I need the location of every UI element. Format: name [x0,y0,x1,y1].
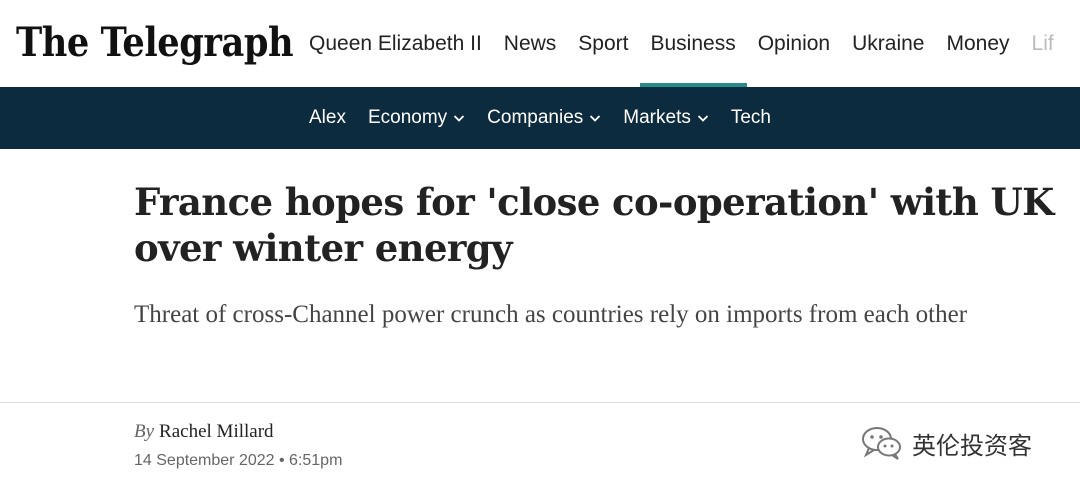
chevron-down-icon [697,112,709,124]
nav-item-opinion[interactable]: Opinion [747,0,841,87]
nav-item-sport[interactable]: Sport [567,0,639,87]
chevron-down-icon [589,112,601,124]
main-nav: Queen Elizabeth II News Sport Business O… [298,0,1065,87]
author-link[interactable]: Rachel Millard [159,421,274,442]
subnav-label: Alex [309,107,346,128]
article-standfirst: Threat of cross-Channel power crunch as … [134,301,968,328]
subnav-item-tech[interactable]: Tech [720,107,782,129]
watermark: 英伦投资客 [860,424,1032,462]
nav-item-lifestyle[interactable]: Lif [1021,0,1065,87]
article-headline: France hopes for 'close co-operation' wi… [134,180,1054,270]
nav-item-money[interactable]: Money [935,0,1020,87]
byline-prefix: By [134,421,155,442]
publish-date: 14 September 2022 • 6:51pm [134,452,343,469]
nav-item-business[interactable]: Business [639,0,747,87]
subnav-item-markets[interactable]: Markets [612,107,720,129]
subnav-label: Companies [487,107,584,128]
section-subnav: Alex Economy Companies Markets Tech [0,87,1080,149]
byline: By Rachel Millard [134,421,274,443]
subnav-label: Markets [623,107,691,128]
wechat-icon [860,424,904,462]
divider [0,402,1080,403]
subnav-label: Economy [367,107,448,128]
subnav-item-economy[interactable]: Economy [357,107,476,129]
nav-item-ukraine[interactable]: Ukraine [841,0,935,87]
subnav-item-alex[interactable]: Alex [298,107,357,129]
watermark-text: 英伦投资客 [912,431,1032,460]
nav-item-queen-elizabeth-ii[interactable]: Queen Elizabeth II [298,0,493,87]
chevron-down-icon [453,112,465,124]
top-header: The Telegraph Queen Elizabeth II News Sp… [0,0,1080,87]
nav-item-news[interactable]: News [493,0,568,87]
subnav-label: Tech [730,107,771,128]
telegraph-logo[interactable]: The Telegraph [16,14,294,70]
subnav-item-companies[interactable]: Companies [476,107,612,129]
